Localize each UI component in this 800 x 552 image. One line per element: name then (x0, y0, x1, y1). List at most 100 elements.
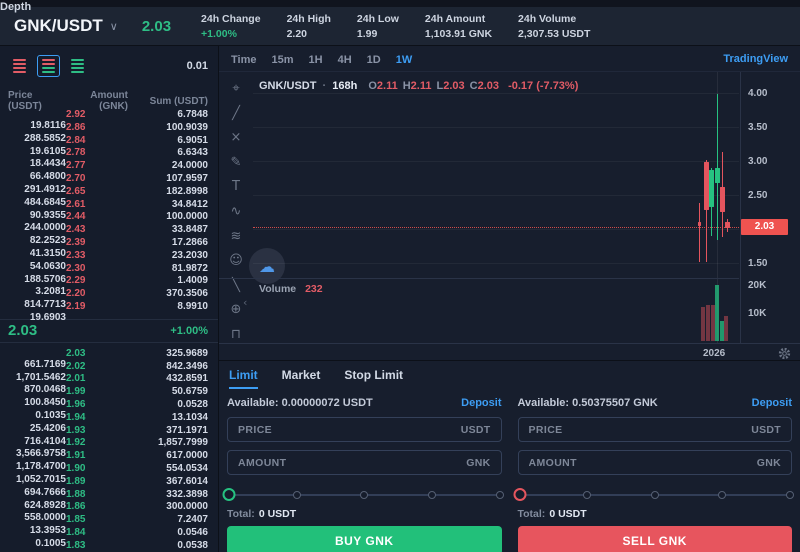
buy-amount-input[interactable] (238, 457, 466, 469)
bid-price: 2.03 (66, 348, 128, 359)
orderbook-bids-view-icon[interactable] (66, 55, 89, 77)
bid-sum: 661.7169 (8, 359, 66, 370)
volume-legend: Volume 232 (259, 283, 323, 295)
interval-time[interactable]: Time (231, 54, 256, 66)
gear-icon[interactable] (778, 347, 791, 365)
ask-sum: 291.4912 (8, 184, 66, 195)
stat-24h-change: 24h Change +1.00% (201, 13, 261, 40)
ask-price: 2.30 (66, 263, 128, 274)
ask-row[interactable]: 2.926.784819.8116 (0, 109, 218, 122)
bid-amt: 13.1034 (128, 412, 208, 423)
ask-price: 2.77 (66, 160, 128, 171)
slider-dot-0pct[interactable] (223, 488, 236, 501)
stat-24h-volume: 24h Volume 2,307.53 USDT (518, 13, 590, 40)
sell-amount-unit: GNK (757, 457, 781, 469)
precision-select[interactable]: 0.01 (187, 60, 208, 72)
legend-c-label: C (470, 80, 478, 92)
ask-amt: 6.6343 (128, 147, 208, 158)
volume-bar (715, 285, 719, 341)
buy-price-unit: USDT (461, 424, 491, 436)
slider-dot-75pct[interactable] (718, 491, 726, 499)
bid-price: 1.85 (66, 514, 128, 525)
measure-tool-icon[interactable]: ╲ (226, 276, 246, 294)
ask-price: 2.61 (66, 199, 128, 210)
bid-amt: 617.0000 (128, 450, 208, 461)
candle-body (698, 222, 701, 226)
slider-dot-25pct[interactable] (583, 491, 591, 499)
sell-total-label: Total: (518, 508, 546, 520)
interval-1w[interactable]: 1W (396, 54, 413, 66)
last-price: 2.03 (142, 18, 171, 35)
ask-amt: 17.2866 (128, 237, 208, 248)
asks-list: 2.926.784819.81162.86100.9039288.58522.8… (0, 109, 218, 314)
buy-price-input[interactable] (238, 424, 461, 436)
sell-amount-input[interactable] (529, 457, 757, 469)
slider-dot-25pct[interactable] (293, 491, 301, 499)
legend-o-value: 2.11 (377, 80, 398, 92)
brush-icon[interactable]: ✎ (226, 154, 246, 172)
bid-price: 1.83 (66, 540, 128, 551)
text-tool-icon[interactable]: T (226, 178, 246, 196)
ask-amt: 23.2030 (128, 250, 208, 261)
ask-amt: 6.9051 (128, 135, 208, 146)
sell-button[interactable]: SELL GNK (518, 526, 793, 552)
slider-dot-100pct[interactable] (786, 491, 794, 499)
bid-price: 1.92 (66, 437, 128, 448)
price-tick: 4.00 (748, 88, 767, 99)
time-axis[interactable]: 2026 (219, 343, 800, 361)
tab-stop-limit[interactable]: Stop Limit (344, 368, 403, 389)
sell-deposit-link[interactable]: Deposit (752, 397, 792, 409)
forecast-tool-icon[interactable]: ≋ (226, 227, 246, 245)
legend-h-value: 2.11 (411, 80, 432, 92)
interval-1h[interactable]: 1H (309, 54, 323, 66)
slider-dot-100pct[interactable] (496, 491, 504, 499)
ask-sum: 19.8116 (8, 120, 66, 131)
buy-deposit-link[interactable]: Deposit (461, 397, 501, 409)
chevron-down-icon: ∨ (110, 20, 118, 33)
slider-dot-50pct[interactable] (360, 491, 368, 499)
time-tick-label: 2026 (703, 348, 725, 359)
emoji-tool-icon[interactable]: ☺ (226, 252, 246, 270)
sell-amount-field[interactable]: GNK (518, 450, 793, 475)
buy-amount-field[interactable]: GNK (227, 450, 502, 475)
gann-tools-icon[interactable]: × (226, 129, 246, 147)
slider-dot-0pct[interactable] (513, 488, 526, 501)
candle-wick (699, 203, 700, 262)
buy-button[interactable]: BUY GNK (227, 526, 502, 552)
sell-amount-slider[interactable] (520, 488, 791, 502)
tab-limit[interactable]: Limit (229, 368, 258, 389)
orderbook-split-view-icon[interactable] (37, 55, 60, 77)
market-header: GNK/USDT ∨ 2.03 24h Change +1.00% 24h Hi… (0, 7, 800, 46)
magnet-icon[interactable]: ⊓ (226, 325, 246, 343)
tab-market[interactable]: Market (282, 368, 321, 389)
ask-price: 2.20 (66, 288, 128, 299)
crosshair-icon[interactable]: ⌖ (226, 80, 246, 98)
pane-divider (219, 278, 739, 279)
interval-1d[interactable]: 1D (367, 54, 381, 66)
slider-dot-75pct[interactable] (428, 491, 436, 499)
bid-price: 1.86 (66, 501, 128, 512)
bid-amt: 367.6014 (128, 476, 208, 487)
toolbar-collapse-icon[interactable]: ‹ (243, 296, 247, 309)
buy-amount-slider[interactable] (229, 488, 500, 502)
price-tick: 3.00 (748, 156, 767, 167)
chart-canvas[interactable]: ⌖╱×✎T∿≋☺╲⊕⊓ ‹ GNK/USDT · 168hO2.11H2.11L… (219, 72, 800, 361)
buy-price-field[interactable]: USDT (227, 417, 502, 442)
tab-tradingview[interactable]: TradingView (723, 53, 788, 65)
chart-toolbar: ⌖╱×✎T∿≋☺╲⊕⊓ (219, 72, 253, 343)
bid-row[interactable]: 2.03325.9689661.7169 (0, 348, 218, 361)
price-gridline (253, 263, 739, 264)
interval-4h[interactable]: 4H (338, 54, 352, 66)
price-axis[interactable]: 4.003.503.002.501.5020K10K2.03 (740, 72, 800, 343)
sell-price-field[interactable]: USDT (518, 417, 793, 442)
last-price-tag: 2.03 (741, 219, 788, 235)
trend-line-icon[interactable]: ╱ (226, 105, 246, 123)
interval-15m[interactable]: 15m (271, 54, 293, 66)
slider-dot-50pct[interactable] (651, 491, 659, 499)
interval-bar: Time15m1H4H1D1W TradingView Depth (219, 46, 800, 72)
ask-sum: 814.7713 (8, 299, 66, 310)
ask-amt: 6.7848 (128, 109, 208, 120)
pattern-tool-icon[interactable]: ∿ (226, 203, 246, 221)
candle-wick (717, 94, 718, 240)
sell-price-input[interactable] (529, 424, 752, 436)
